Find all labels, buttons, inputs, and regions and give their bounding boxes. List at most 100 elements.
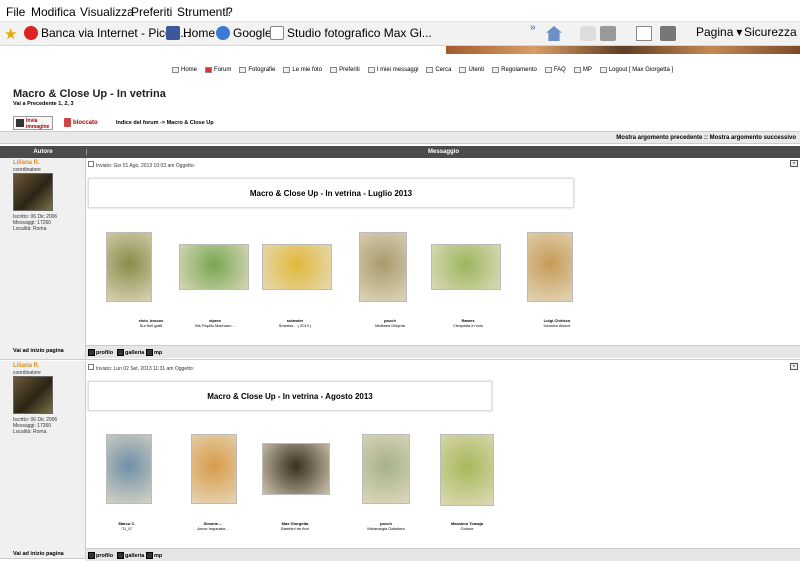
photo-thumbnail[interactable]: [431, 244, 501, 290]
nav-icon: [600, 67, 607, 73]
home-icon[interactable]: [546, 26, 562, 41]
nav-icon: [426, 67, 433, 73]
nav-icon: [574, 67, 581, 73]
nav-item[interactable]: I miei messaggi: [368, 67, 419, 73]
mp-label: mp: [154, 350, 162, 356]
table-header: Autore Messaggio: [0, 146, 800, 158]
photo-thumbnail[interactable]: [106, 232, 152, 302]
nav-item[interactable]: Logout [ Max Giorgetta ]: [600, 67, 673, 73]
photo-caption: Cleopatra in volo: [433, 323, 503, 328]
post-image-button[interactable]: Invia immagine: [13, 116, 53, 130]
fav-studio[interactable]: Studio fotografico Max Gi...: [270, 26, 432, 40]
facebook-icon: [166, 26, 180, 40]
favorites-star-icon[interactable]: ★: [4, 25, 17, 43]
nav-icon: [239, 67, 246, 73]
photo-thumbnail[interactable]: [179, 244, 249, 290]
nav-item[interactable]: FAQ: [545, 67, 566, 73]
mp-label: mp: [154, 553, 162, 559]
ie-icon: [216, 26, 230, 40]
back-to-top-link[interactable]: Vai ad inizio pagina: [13, 551, 64, 557]
back-to-top-link[interactable]: Vai ad inizio pagina: [13, 348, 64, 354]
message-column: Inviato: Lun 02 Set, 2013 11:31 am Ogget…: [86, 361, 800, 558]
menu-bar: File Modifica Visualizza Preferiti Strum…: [0, 0, 800, 22]
printer-icon[interactable]: [660, 26, 676, 41]
nav-icon: [368, 67, 375, 73]
photo-caption: Melitaea Didyma: [355, 323, 425, 328]
sicurezza-menu[interactable]: Sicurezza▾: [744, 25, 800, 39]
author-info: Iscritto: 06 Dic 2006 Messaggi: 17260 Lo…: [13, 214, 57, 232]
galleria-label: galleria: [125, 350, 144, 356]
forum-nav: Home Forum Fotografie Le mie foto Preferiti I…: [172, 67, 673, 73]
nav-item[interactable]: Utenti: [459, 67, 484, 73]
quote-button[interactable]: ❝: [790, 160, 798, 167]
avatar: [13, 376, 53, 414]
pagination[interactable]: Vai a Precedente 1, 2, 3: [13, 101, 74, 107]
profilo-icon: [88, 349, 95, 356]
mail-icon[interactable]: [636, 26, 652, 41]
photo-thumbnail[interactable]: [262, 244, 332, 290]
rss-icon[interactable]: [600, 26, 616, 41]
topic-prev-next[interactable]: Mostra argomento precedente :: Mostra ar…: [0, 131, 800, 144]
menu-modifica[interactable]: Modifica: [31, 5, 76, 19]
nav-item[interactable]: MP: [574, 67, 592, 73]
mp-button[interactable]: mp: [146, 349, 162, 356]
post-banner-title: Macro & Close Up - In vetrina - Luglio 2…: [88, 178, 574, 208]
photo-caption: "Ü_Ü": [92, 526, 162, 531]
photo-thumbnail[interactable]: [359, 232, 407, 302]
photo-caption: Ancor imparator...: [178, 526, 248, 531]
nav-item[interactable]: Forum: [205, 67, 231, 73]
profilo-button[interactable]: profilo: [88, 349, 113, 356]
nav-item[interactable]: Regolamento: [492, 67, 537, 73]
menu-file[interactable]: File: [6, 5, 25, 19]
more-button[interactable]: »: [530, 22, 536, 33]
photo-caption: Sui fiori gialli: [116, 323, 186, 328]
quote-button[interactable]: ❝: [790, 363, 798, 370]
nav-icon: [545, 67, 552, 73]
post-row: Liliana R.coordinatoreIscritto: 06 Dic 2…: [0, 158, 800, 360]
photo-thumbnail[interactable]: [106, 434, 152, 504]
photo-caption: Melanargia Galathea: [351, 526, 421, 531]
photo-thumbnail[interactable]: [191, 434, 237, 504]
nav-item[interactable]: Cerca: [426, 67, 451, 73]
mp-icon: [146, 349, 153, 356]
col-message: Messaggio: [86, 149, 800, 155]
photo-thumbnail[interactable]: [527, 232, 573, 302]
profilo-label: profilo: [96, 553, 113, 559]
post-meta: Inviato: Lun 02 Set, 2013 11:31 am Ogget…: [88, 364, 194, 372]
photo-thumbnail[interactable]: [262, 443, 330, 495]
nav-item[interactable]: Preferiti: [330, 67, 360, 73]
photo-thumbnail[interactable]: [440, 434, 494, 506]
nav-icon: [459, 67, 466, 73]
author-name[interactable]: Liliana R.: [13, 363, 40, 369]
post-banner-title: Macro & Close Up - In vetrina - Agosto 2…: [88, 381, 492, 411]
fav-google[interactable]: Google: [216, 26, 272, 40]
galleria-button[interactable]: galleria: [117, 349, 144, 356]
pagina-menu[interactable]: Pagina▾: [696, 25, 742, 39]
nav-icon: [283, 67, 290, 73]
menu-visualizza[interactable]: Visualizza: [80, 5, 134, 19]
menu-help[interactable]: ?: [226, 5, 233, 19]
galleria-icon: [117, 552, 124, 559]
nav-icon: [205, 67, 212, 73]
chevron-down-icon: ▾: [736, 25, 742, 39]
locked-button[interactable]: bloccato: [63, 116, 103, 130]
post-actions: profilo galleria mp: [86, 345, 800, 358]
fav-home[interactable]: Home: [166, 26, 215, 40]
galleria-button[interactable]: galleria: [117, 552, 144, 559]
menu-strumenti[interactable]: Strumenti: [177, 5, 228, 19]
post-actions: profilo galleria mp: [86, 548, 800, 561]
post-meta: Inviato: Gio 01 Ago, 2013 10:03 am Ogget…: [88, 161, 195, 169]
bank-icon: [24, 26, 38, 40]
page-title[interactable]: Macro & Close Up - In vetrina: [13, 88, 166, 100]
hand-icon[interactable]: [580, 26, 596, 41]
nav-item[interactable]: Fotografie: [239, 67, 275, 73]
photo-thumbnail[interactable]: [362, 434, 410, 504]
nav-icon: [172, 67, 179, 73]
nav-item[interactable]: Home: [172, 67, 197, 73]
nav-item[interactable]: Le mie foto: [283, 67, 322, 73]
breadcrumb[interactable]: Indice del forum -> Macro & Close Up: [116, 120, 214, 126]
menu-preferiti[interactable]: Preferiti: [131, 5, 172, 19]
mp-button[interactable]: mp: [146, 552, 162, 559]
author-name[interactable]: Liliana R.: [13, 160, 40, 166]
profilo-button[interactable]: profilo: [88, 552, 113, 559]
